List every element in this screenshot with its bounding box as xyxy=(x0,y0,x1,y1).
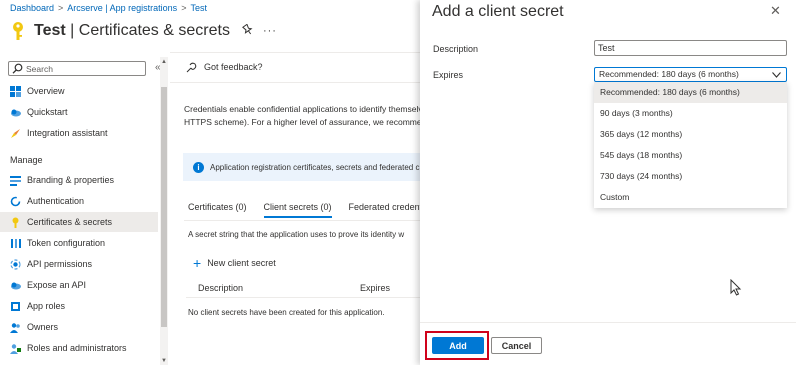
sidebar-item-branding[interactable]: Branding & properties xyxy=(0,170,158,190)
breadcrumb-dashboard[interactable]: Dashboard xyxy=(10,3,54,13)
column-expires[interactable]: Expires xyxy=(360,283,390,293)
breadcrumb-app-registrations[interactable]: Arcserve | App registrations xyxy=(67,3,177,13)
header-divider xyxy=(170,52,420,53)
expires-dropdown: Recommended: 180 days (6 months) 90 days… xyxy=(594,82,787,208)
cloud-icon xyxy=(11,282,21,289)
client-secret-description: A secret string that the application use… xyxy=(188,230,405,239)
info-banner: i Application registration certificates,… xyxy=(183,153,423,181)
description-label: Description xyxy=(433,44,479,54)
panel-title: Add a client secret xyxy=(432,3,564,20)
sidebar-item-roles-admins[interactable]: Roles and administrators xyxy=(0,338,158,358)
people-icon xyxy=(10,322,20,333)
admin-icon xyxy=(10,343,21,354)
sidebar-item-authentication[interactable]: Authentication xyxy=(0,191,158,211)
sidebar-item-integration-assistant[interactable]: Integration assistant xyxy=(0,123,158,143)
chevron-down-icon xyxy=(772,71,781,78)
column-description[interactable]: Description xyxy=(198,283,243,293)
new-client-secret-button[interactable]: + New client secret xyxy=(193,255,276,271)
description-input[interactable]: Test xyxy=(594,40,787,56)
expires-option[interactable]: Custom xyxy=(594,187,787,208)
scrollbar-thumb[interactable] xyxy=(161,87,167,327)
manage-section-label: Manage xyxy=(10,155,43,165)
key-icon xyxy=(10,21,26,41)
roles-icon xyxy=(11,301,20,311)
bars-icon xyxy=(11,238,21,248)
breadcrumb: Dashboard > Arcserve | App registrations > T… xyxy=(10,3,207,13)
app-name: Test xyxy=(34,22,66,39)
breadcrumb-test[interactable]: Test xyxy=(190,3,207,13)
tab-client-secrets[interactable]: Client secrets (0) xyxy=(263,202,332,218)
sidebar-item-quickstart[interactable]: Quickstart xyxy=(0,102,158,122)
scroll-down-icon[interactable]: ▼ xyxy=(161,358,167,364)
expires-option[interactable]: 90 days (3 months) xyxy=(594,103,787,124)
sidebar-item-token-configuration[interactable]: Token configuration xyxy=(0,233,158,253)
tab-certificates[interactable]: Certificates (0) xyxy=(188,202,247,218)
tabs-divider xyxy=(184,220,420,221)
toolbar-divider xyxy=(170,82,420,83)
cloud-icon xyxy=(11,109,21,116)
rocket-icon xyxy=(11,128,20,138)
pin-icon[interactable] xyxy=(241,23,253,38)
plus-icon: + xyxy=(193,255,202,271)
info-icon: i xyxy=(193,161,204,173)
feedback-icon xyxy=(186,62,197,73)
key-icon xyxy=(12,217,19,228)
sidebar-item-api-permissions[interactable]: API permissions xyxy=(0,254,158,274)
api-icon xyxy=(10,258,21,270)
expires-option[interactable]: 365 days (12 months) xyxy=(594,124,787,145)
credential-tabs: Certificates (0) Client secrets (0) Fede… xyxy=(188,202,441,218)
tab-federated-credentials[interactable]: Federated credenti xyxy=(349,202,425,218)
sidebar-scrollbar[interactable]: ▲ ▼ xyxy=(160,57,168,365)
sidebar-item-overview[interactable]: Overview xyxy=(0,81,158,101)
refresh-icon xyxy=(10,196,21,206)
empty-table-message: No client secrets have been created for … xyxy=(188,308,385,317)
sidebar-item-certificates[interactable]: Certificates & secrets xyxy=(0,212,158,232)
sidebar-item-app-roles[interactable]: App roles xyxy=(0,296,158,316)
expires-select[interactable]: Recommended: 180 days (6 months) xyxy=(594,67,787,82)
add-client-secret-panel: Add a client secret ✕ Description Test E… xyxy=(420,0,796,365)
search-icon xyxy=(12,63,23,74)
mouse-cursor-icon xyxy=(730,279,742,296)
search-input[interactable]: Search xyxy=(8,61,146,76)
expires-option[interactable]: Recommended: 180 days (6 months) xyxy=(594,82,787,103)
branding-icon xyxy=(10,175,21,186)
add-button[interactable]: Add xyxy=(432,337,484,354)
close-icon[interactable]: ✕ xyxy=(770,3,781,19)
section-name: Certificates & secrets xyxy=(78,22,230,39)
footer-divider xyxy=(420,322,796,323)
expires-option[interactable]: 730 days (24 months) xyxy=(594,166,787,187)
table-header-divider xyxy=(186,297,420,298)
expires-label: Expires xyxy=(433,70,464,80)
cancel-button[interactable]: Cancel xyxy=(491,337,542,354)
scroll-up-icon[interactable]: ▲ xyxy=(161,59,167,65)
more-icon[interactable]: ··· xyxy=(263,25,277,37)
credentials-description: Credentials enable confidential applicat… xyxy=(184,104,424,127)
sidebar-item-expose-api[interactable]: Expose an API xyxy=(0,275,158,295)
page-title: Test | Certificates & secrets ··· xyxy=(10,18,277,44)
sidebar-item-owners[interactable]: Owners xyxy=(0,317,158,337)
grid-icon xyxy=(10,85,21,97)
feedback-button[interactable]: Got feedback? xyxy=(186,61,263,73)
expires-option[interactable]: 545 days (18 months) xyxy=(594,145,787,166)
